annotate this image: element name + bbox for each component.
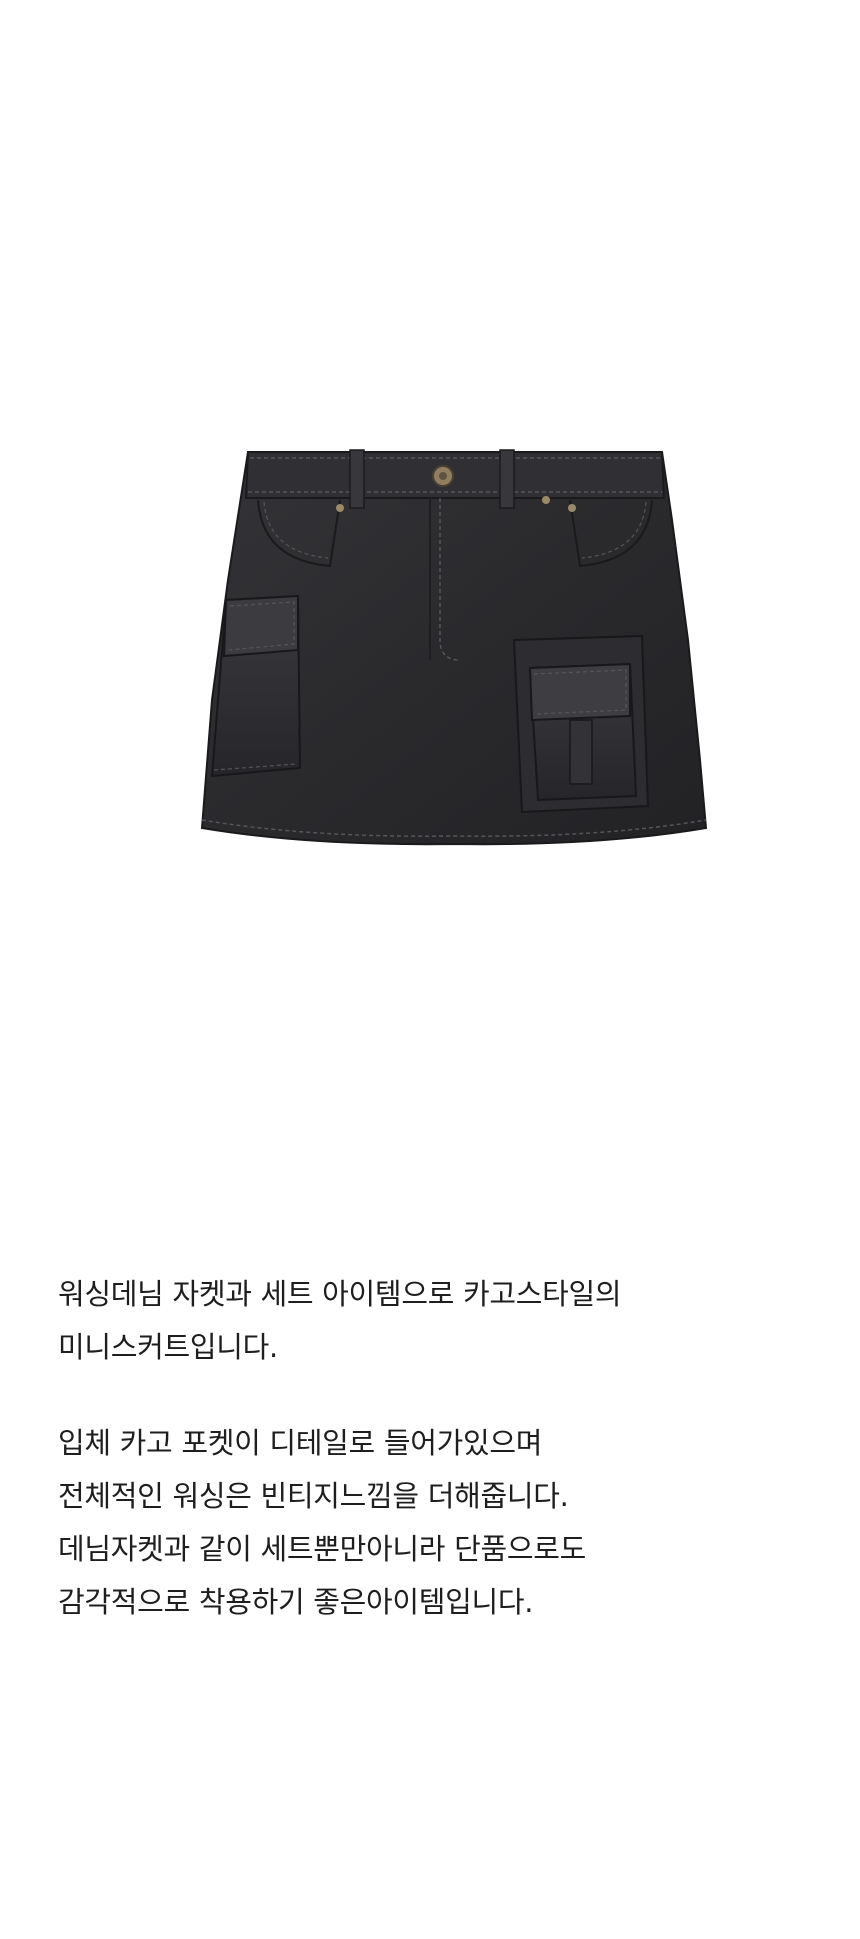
description-line: 입체 카고 포켓이 디테일로 들어가있으며 <box>58 1426 543 1460</box>
belt-loop-left <box>349 449 365 509</box>
description-line: 데님자켓과 같이 세트뿐만아니라 단품으로도 <box>58 1532 586 1566</box>
waistband <box>244 451 666 499</box>
description-paragraph: 입체 카고 포켓이 디테일로 들어가있으며 전체적인 워싱은 빈티지느낌을 더해… <box>58 1417 818 1629</box>
product-description: 워싱데님 자켓과 세트 아이템으로 카고스타일의 미니스커트입니다. 입체 카고… <box>58 1268 818 1629</box>
denim-cargo-mini-skirt-icon <box>200 449 708 846</box>
cargo-pocket-right <box>512 634 650 814</box>
product-image <box>0 0 860 1180</box>
description-line: 전체적인 워싱은 빈티지느낌을 더해줍니다. <box>58 1479 569 1513</box>
description-line: 미니스커트입니다. <box>58 1330 278 1364</box>
description-paragraph: 워싱데님 자켓과 세트 아이템으로 카고스타일의 미니스커트입니다. <box>58 1268 818 1374</box>
description-line: 워싱데님 자켓과 세트 아이템으로 카고스타일의 <box>58 1277 622 1311</box>
description-line: 감각적으로 착용하기 좋은아이템입니다. <box>58 1585 534 1619</box>
cargo-pocket-left <box>210 594 302 778</box>
belt-loop-right <box>499 449 515 509</box>
